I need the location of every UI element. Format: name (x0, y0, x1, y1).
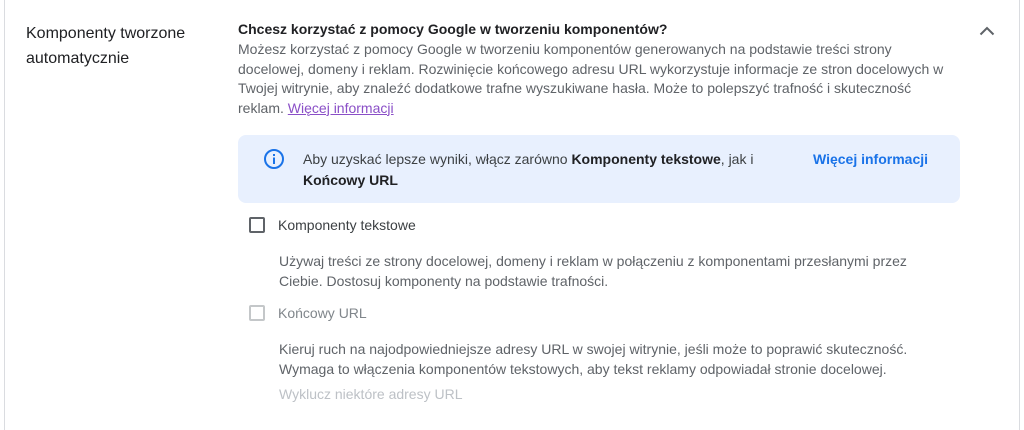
text-assets-label[interactable]: Komponenty tekstowe (278, 217, 416, 233)
collapse-button[interactable] (972, 16, 1002, 46)
final-url-description: Kieruj ruch na najodpowiedniejsze adresy… (279, 341, 908, 377)
text-assets-description: Używaj treści ze strony docelowej, domen… (279, 253, 907, 289)
text-assets-checkbox[interactable] (249, 217, 265, 233)
info-icon (264, 149, 284, 169)
exclude-urls-link[interactable]: Wyklucz niektóre adresy URL (279, 386, 463, 402)
info-text-prefix: Aby uzyskać lepsze wyniki, włącz zarówno (303, 151, 572, 167)
option-text-assets[interactable]: Komponenty tekstowe (249, 217, 416, 233)
section-title: Komponenty tworzone automatycznie (26, 25, 186, 67)
info-banner-more-info-link[interactable]: Więcej informacji (813, 149, 928, 169)
option-final-url[interactable]: Końcowy URL (249, 305, 367, 321)
info-text-bold-text-assets: Komponenty tekstowe (571, 151, 721, 167)
info-text-middle: , jak i (720, 151, 754, 167)
final-url-label[interactable]: Końcowy URL (278, 305, 367, 321)
info-banner-text: Aby uzyskać lepsze wyniki, włącz zarówno… (303, 149, 773, 191)
description-paragraph: Możesz korzystać z pomocy Google w tworz… (238, 40, 960, 118)
chevron-up-icon (979, 26, 995, 36)
info-text-bold-final-url: Końcowy URL (303, 172, 398, 188)
final-url-checkbox[interactable] (249, 305, 265, 321)
info-banner: Aby uzyskać lepsze wyniki, włącz zarówno… (238, 135, 960, 203)
question-heading: Chcesz korzystać z pomocy Google w tworz… (238, 21, 668, 37)
more-info-link[interactable]: Więcej informacji (288, 100, 394, 116)
